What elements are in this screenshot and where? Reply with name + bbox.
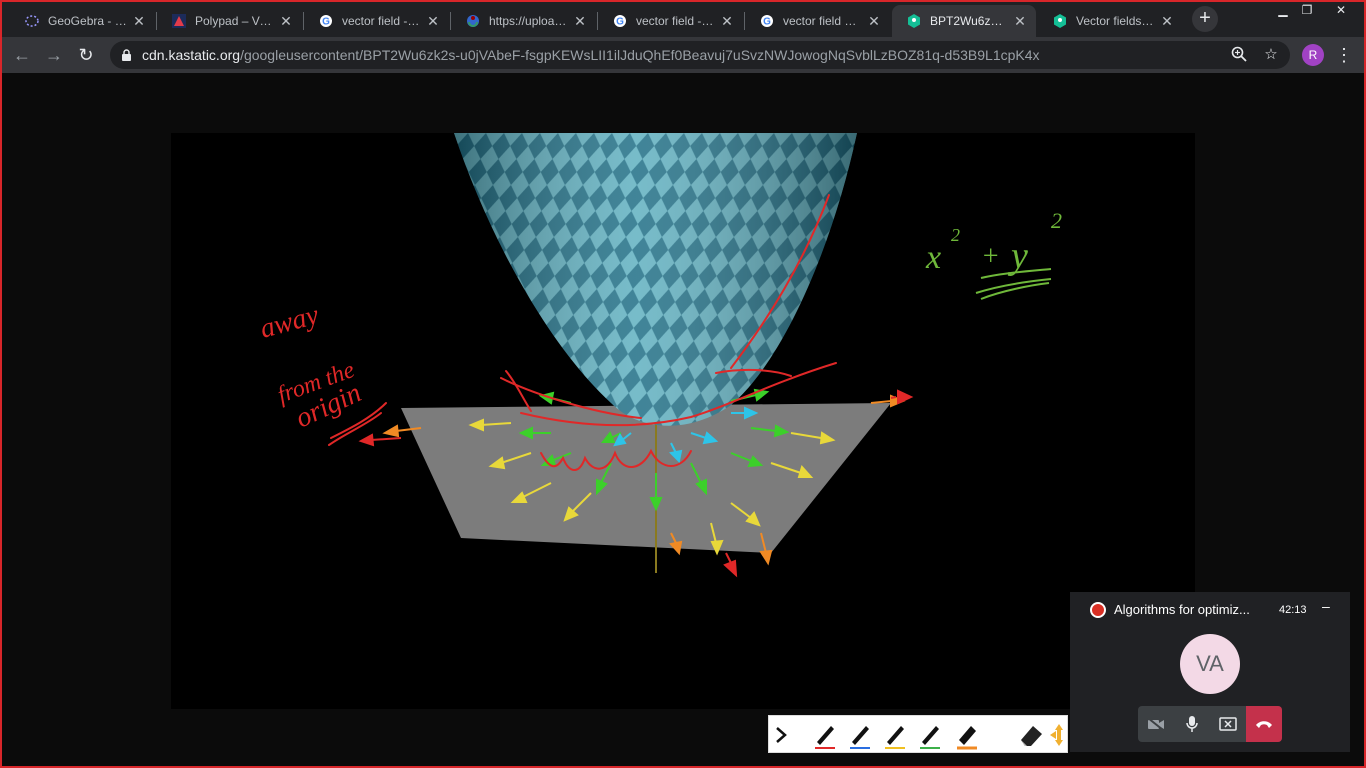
tab-vector-field-search-2[interactable]: G vector field - Go ✕ <box>598 5 743 37</box>
pen-yellow-icon[interactable] <box>881 720 909 750</box>
tab-vector-field-khan[interactable]: G vector field kha ✕ <box>745 5 890 37</box>
close-icon[interactable]: ✕ <box>719 13 735 30</box>
close-window-icon[interactable]: ✕ <box>1330 2 1352 18</box>
svg-text:G: G <box>763 17 771 28</box>
khan-academy-icon <box>906 13 922 29</box>
share-screen-icon[interactable] <box>1210 706 1246 742</box>
close-icon[interactable]: ✕ <box>1159 13 1175 30</box>
tab-wikimedia-upload[interactable]: https://upload.w ✕ <box>451 5 596 37</box>
svg-text:G: G <box>322 17 330 28</box>
tab-vector-field-search-1[interactable]: G vector field - Go ✕ <box>304 5 449 37</box>
tab-title: vector field - Go <box>636 14 715 28</box>
video-player[interactable]: away from the origin x 2 + y 2 <box>171 133 1195 709</box>
url-text: cdn.kastatic.org/googleusercontent/BPT2W… <box>142 41 1040 69</box>
tab-title: BPT2Wu6zk2s-u <box>930 14 1008 28</box>
url-host: cdn.kastatic.org <box>142 47 241 63</box>
tab-polypad[interactable]: Polypad – Virtu ✕ <box>157 5 302 37</box>
meeting-controls <box>1138 706 1282 742</box>
hang-up-button[interactable] <box>1246 706 1282 742</box>
svg-text:2: 2 <box>951 225 960 245</box>
tab-geogebra[interactable]: GeoGebra - Dyn ✕ <box>10 5 155 37</box>
lock-icon <box>122 49 131 61</box>
khan-academy-icon <box>1052 13 1068 29</box>
url-path: /googleusercontent/BPT2Wu6zk2s-u0jVAbeF-… <box>240 47 1040 63</box>
tab-strip: GeoGebra - Dyn ✕ Polypad – Virtu ✕ G vec… <box>0 0 1366 37</box>
back-arrow-icon[interactable]: ← <box>8 41 36 69</box>
bookmark-star-icon[interactable]: ☆ <box>1262 46 1280 64</box>
ink-text-away-from-origin: away from the origin <box>257 299 366 434</box>
tab-active-video[interactable]: BPT2Wu6zk2s-u ✕ <box>892 5 1036 37</box>
meeting-mini-window: Algorithms for optimiz... 42:13 – VA <box>1070 592 1350 752</box>
google-icon: G <box>318 13 334 29</box>
collapse-chevron-icon[interactable] <box>771 720 799 750</box>
highlighter-icon[interactable] <box>953 720 981 750</box>
pen-blue-icon[interactable] <box>846 720 874 750</box>
close-icon[interactable]: ✕ <box>572 13 588 30</box>
meeting-title: Algorithms for optimiz... <box>1114 602 1250 617</box>
browser-toolbar: ← → ↻ cdn.kastatic.org/googleusercontent… <box>0 37 1366 73</box>
pen-green-icon[interactable] <box>916 720 944 750</box>
participant-avatar: VA <box>1180 634 1240 694</box>
tab-title: Polypad – Virtu <box>195 14 274 28</box>
tab-vector-fields-article[interactable]: Vector fields (ar ✕ <box>1038 5 1183 37</box>
profile-avatar[interactable]: R <box>1302 44 1324 66</box>
close-icon[interactable]: ✕ <box>425 13 441 30</box>
pan-move-icon[interactable] <box>1049 720 1077 750</box>
eraser-icon[interactable] <box>1017 720 1045 750</box>
zoom-icon[interactable] <box>1230 46 1248 64</box>
minimize-meeting-button[interactable]: – <box>1322 598 1330 614</box>
new-tab-button[interactable]: + <box>1192 6 1218 32</box>
ink-formula-x2-plus-y2: x 2 + y 2 <box>925 208 1062 277</box>
reload-icon[interactable]: ↻ <box>72 41 100 69</box>
camera-off-icon[interactable] <box>1138 706 1174 742</box>
close-icon[interactable]: ✕ <box>131 13 147 30</box>
phone-hangup-icon <box>1256 721 1272 728</box>
restore-window-icon[interactable]: ❐ <box>1296 2 1318 18</box>
meeting-timer: 42:13 <box>1279 604 1307 616</box>
tab-title: https://upload.w <box>489 14 568 28</box>
address-bar[interactable]: cdn.kastatic.org/googleusercontent/BPT2W… <box>110 41 1290 69</box>
close-icon[interactable]: ✕ <box>866 13 882 30</box>
svg-text:x: x <box>925 239 941 276</box>
geogebra-icon <box>24 13 40 29</box>
minimize-window-icon[interactable]: ▁ <box>1272 2 1294 18</box>
svg-text:G: G <box>616 17 624 28</box>
tab-title: Vector fields (ar <box>1076 14 1155 28</box>
wikimedia-icon <box>465 13 481 29</box>
pen-black-icon[interactable] <box>811 720 839 750</box>
svg-text:+: + <box>981 241 1000 272</box>
google-icon: G <box>759 13 775 29</box>
ink-toolbar <box>768 715 1068 753</box>
tab-title: vector field - Go <box>342 14 421 28</box>
svg-text:2: 2 <box>1051 208 1062 233</box>
close-icon[interactable]: ✕ <box>1012 13 1028 30</box>
google-icon: G <box>612 13 628 29</box>
polypad-icon <box>171 13 187 29</box>
paraboloid-vector-field-scene: away from the origin x 2 + y 2 <box>257 133 1062 578</box>
tab-title: vector field kha <box>783 14 862 28</box>
recording-indicator-icon <box>1090 602 1106 618</box>
tab-title: GeoGebra - Dyn <box>48 14 127 28</box>
microphone-icon[interactable] <box>1174 706 1210 742</box>
close-icon[interactable]: ✕ <box>278 13 294 30</box>
svg-text:away: away <box>257 299 323 344</box>
forward-arrow-icon[interactable]: → <box>40 41 68 69</box>
browser-menu-icon[interactable]: ⋮ <box>1334 41 1354 69</box>
